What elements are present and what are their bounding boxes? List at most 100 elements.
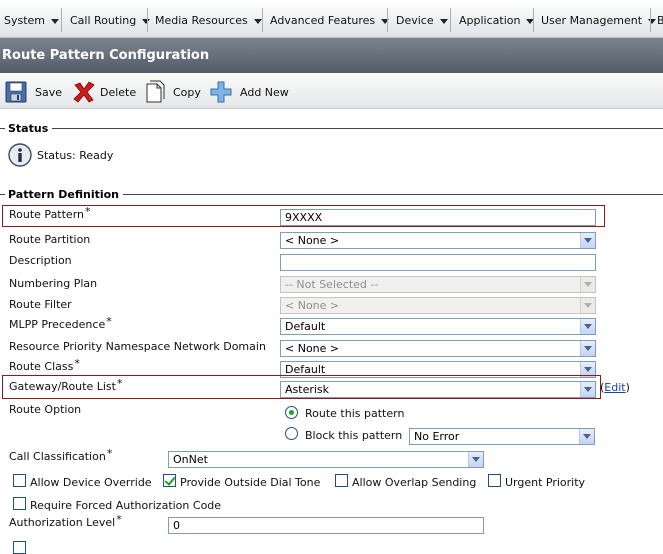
require-forced-auth-checkbox[interactable] <box>13 497 26 510</box>
route-option-label: Route Option <box>9 403 82 416</box>
authorization-level-label: Authorization Level* <box>9 513 122 529</box>
gateway-edit-link[interactable]: Edit <box>604 381 625 394</box>
route-class-label: Route Class* <box>9 357 80 373</box>
chevron-down-icon <box>580 233 595 248</box>
menu-media-resources-label: Media Resources <box>155 14 248 27</box>
allow-device-override-label: Allow Device Override <box>30 476 152 489</box>
status-section-title: Status <box>8 121 49 135</box>
block-reason-value: No Error <box>414 430 460 443</box>
menu-application[interactable]: Application <box>459 14 535 28</box>
mlpp-precedence-label: MLPP Precedence* <box>9 315 112 331</box>
menu-call-routing-label: Call Routing <box>70 14 137 27</box>
delete-button-label: Delete <box>100 85 137 99</box>
menu-bulk[interactable]: B <box>657 14 663 28</box>
route-filter-select[interactable]: < None > <box>280 297 596 314</box>
call-classification-select[interactable]: OnNet <box>168 451 484 468</box>
section-line <box>52 127 663 129</box>
route-pattern-value: 9XXXX <box>285 211 323 224</box>
chevron-down-icon <box>468 452 483 467</box>
pattern-definition-section-title: Pattern Definition <box>8 187 120 201</box>
numbering-plan-value: -- Not Selected -- <box>285 278 379 291</box>
required-marker: * <box>116 513 122 526</box>
route-class-label-text: Route Class <box>9 360 74 373</box>
menu-bulk-label: B <box>657 14 663 27</box>
chevron-down-icon <box>580 277 595 292</box>
block-this-pattern-radio[interactable] <box>285 427 298 440</box>
allow-device-override-checkbox[interactable] <box>13 474 26 487</box>
copy-icon <box>146 80 165 103</box>
menu-device[interactable]: Device <box>396 14 448 28</box>
menu-advanced-features[interactable]: Advanced Features <box>270 14 390 28</box>
required-marker: * <box>85 205 91 218</box>
allow-overlap-sending-checkbox[interactable] <box>335 474 348 487</box>
mlpp-precedence-select[interactable]: Default <box>280 318 596 335</box>
menu-user-management-label: User Management <box>541 14 643 27</box>
gateway-route-list-select[interactable]: Asterisk <box>280 381 596 398</box>
menu-system[interactable]: System <box>4 14 60 28</box>
menu-separator <box>147 8 148 32</box>
chevron-down-icon <box>439 18 448 24</box>
route-pattern-input[interactable]: 9XXXX <box>280 209 596 226</box>
provide-outside-dial-tone-checkbox[interactable] <box>163 474 176 487</box>
required-marker: * <box>116 377 123 390</box>
save-icon <box>5 81 27 103</box>
authorization-level-label-text: Authorization Level <box>9 516 116 529</box>
required-marker: * <box>106 447 113 460</box>
description-label: Description <box>9 254 72 267</box>
menu-separator <box>262 8 263 32</box>
numbering-plan-select[interactable]: -- Not Selected -- <box>280 276 596 293</box>
save-button[interactable]: Save <box>5 80 62 104</box>
gateway-route-list-label-text: Gateway/Route List <box>9 380 116 393</box>
route-pattern-label-text: Route Pattern <box>9 208 85 221</box>
required-marker: * <box>106 315 112 328</box>
menu-separator <box>450 8 451 32</box>
chevron-down-icon <box>580 382 595 397</box>
authorization-level-input[interactable]: 0 <box>168 517 484 534</box>
call-classification-label-text: Call Classification <box>9 450 106 463</box>
chevron-down-icon <box>580 298 595 313</box>
route-partition-select[interactable]: < None > <box>280 232 596 249</box>
section-line <box>0 127 5 129</box>
route-partition-label: Route Partition <box>9 233 91 246</box>
chevron-down-icon <box>579 429 594 444</box>
provide-outside-dial-tone-label: Provide Outside Dial Tone <box>180 476 321 489</box>
urgent-priority-checkbox[interactable] <box>488 474 501 487</box>
chevron-down-icon <box>253 18 262 24</box>
require-forced-auth-label: Require Forced Authorization Code <box>30 499 222 512</box>
chevron-down-icon <box>580 341 595 356</box>
resource-priority-select[interactable]: < None > <box>280 340 596 357</box>
delete-button[interactable]: Delete <box>72 80 136 104</box>
block-this-pattern-label: Block this pattern <box>305 429 403 442</box>
pattern-definition-section-header: Pattern Definition <box>0 187 663 201</box>
toolbar: Save Delete Copy Add New <box>0 73 663 109</box>
menu-advanced-features-label: Advanced Features <box>270 14 376 27</box>
urgent-priority-label: Urgent Priority <box>505 476 586 489</box>
call-classification-label: Call Classification* <box>9 447 113 463</box>
paren-close: ) <box>625 381 630 394</box>
numbering-plan-label: Numbering Plan <box>9 277 98 290</box>
add-new-button[interactable]: Add New <box>210 80 289 104</box>
status-text: Status: Ready <box>37 149 114 162</box>
block-reason-select[interactable]: No Error <box>409 428 595 445</box>
resource-priority-label: Resource Priority Namespace Network Doma… <box>9 340 266 353</box>
save-button-label: Save <box>35 85 63 99</box>
gateway-route-list-label: Gateway/Route List* <box>9 377 123 393</box>
menu-user-management[interactable]: User Management <box>541 14 657 28</box>
add-plus-icon <box>210 81 232 103</box>
menu-device-label: Device <box>396 14 434 27</box>
route-filter-label: Route Filter <box>9 298 72 311</box>
menu-call-routing[interactable]: Call Routing <box>70 14 151 28</box>
gateway-edit-link-wrap: (Edit) <box>600 381 630 394</box>
mlpp-precedence-label-text: MLPP Precedence <box>9 318 106 331</box>
page-title: Route Pattern Configuration <box>0 38 663 73</box>
menu-media-resources[interactable]: Media Resources <box>155 14 262 28</box>
section-line <box>0 193 5 195</box>
menu-application-label: Application <box>459 14 521 27</box>
route-filter-value: < None > <box>285 299 340 312</box>
description-input[interactable] <box>280 254 596 271</box>
copy-button[interactable]: Copy <box>145 80 201 104</box>
partial-checkbox[interactable] <box>13 541 26 554</box>
resource-priority-value: < None > <box>285 342 340 355</box>
route-this-pattern-radio[interactable] <box>285 406 298 419</box>
call-classification-value: OnNet <box>173 453 208 466</box>
